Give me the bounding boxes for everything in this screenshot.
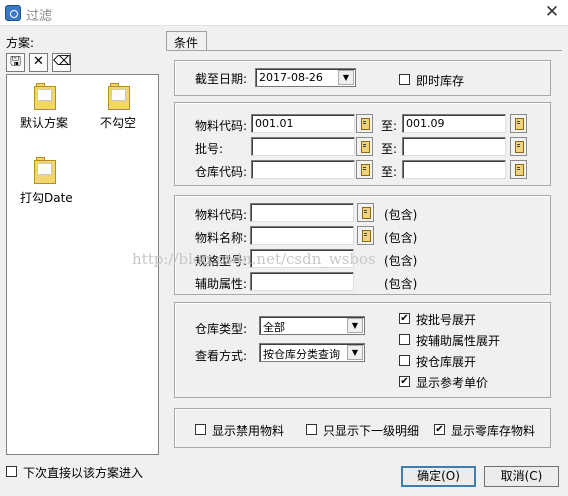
eraser-icon: ⌫ [53, 54, 72, 69]
ok-button-label: 确定(O) [417, 469, 460, 483]
delete-scheme-button[interactable]: ✕ [29, 53, 48, 72]
batch-from-input[interactable] [251, 137, 355, 156]
contains-aux-attr-input[interactable] [250, 272, 354, 291]
material-code-to-lookup-icon[interactable] [510, 114, 527, 133]
scheme-item-check-date-label[interactable]: 打勾Date [20, 189, 73, 206]
show-next-level-only-checkbox[interactable] [306, 424, 317, 435]
scheme-item-default-icon[interactable] [34, 83, 56, 110]
scheme-item-no-check-icon[interactable] [108, 83, 130, 110]
clear-scheme-button[interactable]: ⌫ [52, 53, 71, 72]
cancel-button-label: 取消(C) [500, 469, 543, 483]
show-ref-price-label: 显示参考单价 [416, 376, 489, 390]
save-icon: 🖫 [9, 54, 22, 69]
tab-conditions-label: 条件 [174, 36, 199, 50]
scheme-item-no-check-label[interactable]: 不勾空 [100, 114, 136, 131]
batch-to-lookup-icon[interactable] [510, 137, 527, 156]
warehouse-type-label: 仓库类型: [195, 322, 248, 336]
window-title: 过滤 [26, 9, 53, 24]
expand-by-warehouse-label: 按仓库展开 [416, 355, 477, 369]
show-disabled-material-checkbox[interactable] [195, 424, 206, 435]
contains-aux-attr-label: 辅助属性: [195, 277, 248, 291]
batch-to-input[interactable] [402, 137, 506, 156]
chevron-down-icon[interactable]: ▼ [338, 70, 354, 85]
contains-hint: (包含) [384, 231, 418, 245]
scheme-label: 方案: [6, 36, 35, 50]
show-next-level-only-label: 只显示下一级明细 [323, 424, 420, 438]
show-ref-price-checkbox[interactable]: ✔ [399, 376, 410, 387]
to-label: 至: [381, 165, 398, 179]
scheme-item-check-date-icon[interactable] [34, 157, 56, 184]
contains-material-code-lookup-icon[interactable] [357, 203, 374, 222]
warehouse-code-to-input[interactable] [402, 160, 506, 179]
title-bar [0, 0, 568, 26]
warehouse-type-value: 全部 [263, 321, 285, 334]
expand-by-batch-checkbox[interactable]: ✔ [399, 313, 410, 324]
chevron-down-icon[interactable]: ▼ [347, 318, 363, 333]
chevron-down-icon[interactable]: ▼ [347, 345, 363, 360]
expand-by-aux-attr-label: 按辅助属性展开 [416, 334, 501, 348]
contains-material-code-input[interactable] [250, 203, 354, 222]
to-label: 至: [381, 119, 398, 133]
tab-conditions[interactable]: 条件 [166, 31, 207, 51]
direct-enter-checkbox[interactable] [6, 466, 17, 477]
contains-material-name-input[interactable] [250, 226, 354, 245]
to-label: 至: [381, 142, 398, 156]
warehouse-code-to-lookup-icon[interactable] [510, 160, 527, 179]
contains-hint: (包含) [384, 277, 418, 291]
material-code-from-input[interactable]: 001.01 [251, 114, 355, 133]
show-zero-stock-checkbox[interactable]: ✔ [434, 424, 445, 435]
material-code-to-input[interactable]: 001.09 [402, 114, 506, 133]
material-code-label: 物料代码: [195, 119, 248, 133]
warehouse-code-from-input[interactable] [251, 160, 355, 179]
expand-by-batch-label: 按批号展开 [416, 313, 477, 327]
app-icon [5, 5, 21, 21]
cutoff-date-value: 2017-08-26 [259, 71, 323, 84]
tab-divider [166, 50, 562, 51]
show-disabled-material-label: 显示禁用物料 [212, 424, 285, 438]
contains-material-name-label: 物料名称: [195, 231, 248, 245]
view-mode-label: 查看方式: [195, 349, 248, 363]
batch-from-lookup-icon[interactable] [356, 137, 373, 156]
instant-stock-label: 即时库存 [416, 74, 465, 88]
contains-hint: (包含) [384, 208, 418, 222]
batch-label: 批号: [195, 142, 224, 156]
show-zero-stock-label: 显示零库存物料 [451, 424, 536, 438]
contains-hint: (包含) [384, 254, 418, 268]
warehouse-code-from-lookup-icon[interactable] [356, 160, 373, 179]
expand-by-warehouse-checkbox[interactable] [399, 355, 410, 366]
material-code-from-lookup-icon[interactable] [356, 114, 373, 133]
cancel-button[interactable]: 取消(C) [484, 466, 559, 487]
watermark: http://blog.csdn.net/csdn_wsbos [132, 250, 376, 268]
contains-material-code-label: 物料代码: [195, 208, 248, 222]
expand-by-aux-attr-checkbox[interactable] [399, 334, 410, 345]
scheme-item-default-label[interactable]: 默认方案 [20, 114, 68, 131]
delete-icon: ✕ [33, 54, 44, 69]
warehouse-code-label: 仓库代码: [195, 165, 248, 179]
direct-enter-label: 下次直接以该方案进入 [23, 466, 144, 480]
cutoff-date-label: 截至日期: [195, 72, 248, 86]
view-mode-value: 按仓库分类查询 [263, 348, 340, 361]
instant-stock-checkbox[interactable] [399, 74, 410, 85]
save-scheme-button[interactable]: 🖫 [6, 53, 25, 72]
contains-material-name-lookup-icon[interactable] [357, 226, 374, 245]
close-button[interactable]: ✕ [540, 2, 564, 24]
ok-button[interactable]: 确定(O) [401, 466, 476, 487]
